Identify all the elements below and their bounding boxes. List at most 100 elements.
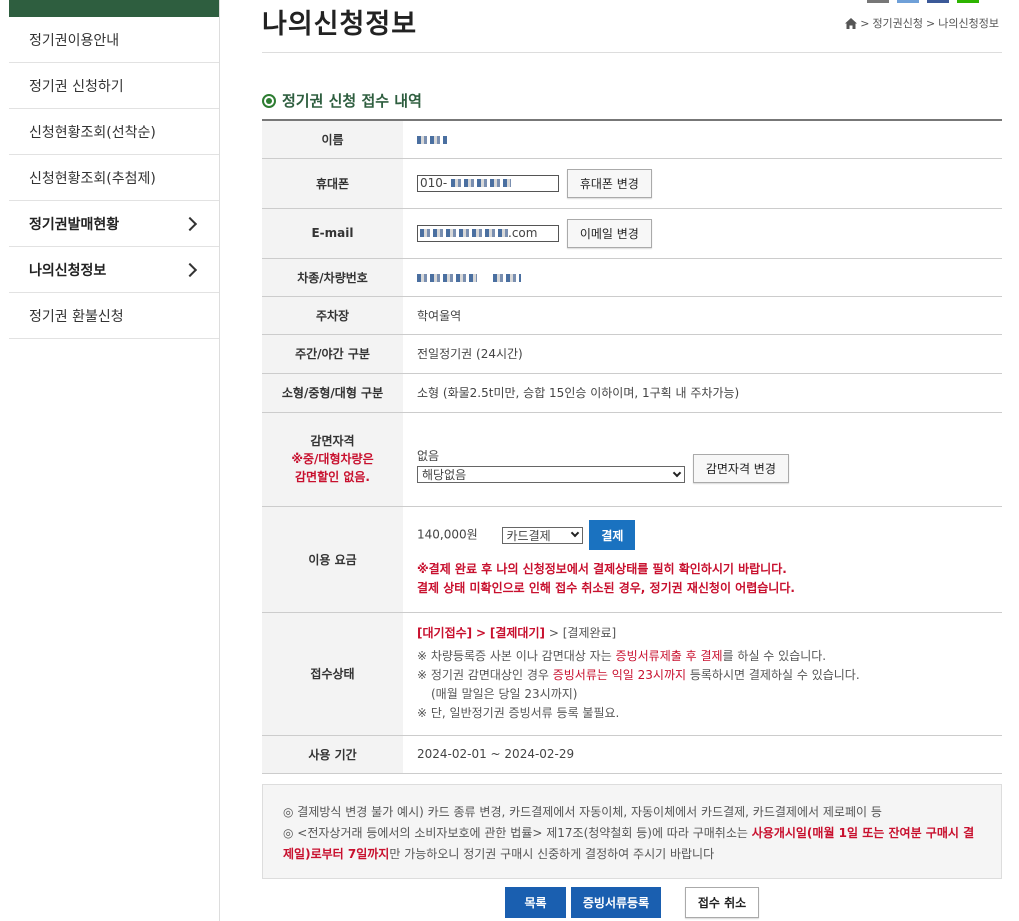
print-icon[interactable] (867, 0, 889, 3)
sidebar-item-guide[interactable]: 정기권이용안내 (9, 17, 219, 63)
email-field[interactable]: .com (417, 224, 559, 242)
change-exemption-button[interactable]: 감면자격 변경 (692, 454, 789, 483)
row-label: 이용 요금 (262, 506, 403, 613)
list-button[interactable]: 목록 (505, 887, 566, 918)
status-note: ※ 단, 일반정기권 증빙서류 등록 불필요. (417, 706, 620, 720)
table-row-exemption: 감면자격 ※중/대형차량은 감면할인 없음. 없음 해당없음 감면자격 변경 (262, 412, 1002, 507)
sidebar-item-issuance-status[interactable]: 정기권발매현황 (9, 201, 219, 247)
phone-field[interactable]: 010- (417, 174, 559, 192)
share-icons (867, 0, 979, 3)
table-row-phone: 휴대폰 010- 휴대폰 변경 (262, 158, 1002, 209)
section-title: 정기권 신청 접수 내역 (262, 90, 422, 111)
step-separator: > (548, 626, 559, 640)
status-step: [결제대기] (489, 626, 545, 640)
sidebar-item-label: 정기권 신청하기 (29, 78, 124, 95)
sidebar-item-label: 나의신청정보 (29, 262, 107, 279)
masked-vehicle-number (492, 273, 521, 282)
table-row-name: 이름 (262, 120, 1002, 159)
table-row-parking: 주차장 학여울역 (262, 296, 1002, 335)
masked-name (417, 135, 447, 144)
divider (262, 52, 1002, 53)
row-label: 주간/야간 구분 (262, 334, 403, 374)
sidebar-item-label: 정기권 환불신청 (29, 308, 124, 325)
page-title: 나의신청정보 (262, 9, 418, 40)
period-value: 2024-02-01 ~ 2024-02-29 (403, 735, 1002, 774)
table-row-vehicle: 차종/차량번호 (262, 258, 1002, 297)
breadcrumb-separator: > (860, 16, 870, 30)
notice-box: ◎ 결제방식 변경 불가 예시) 카드 종류 변경, 카드결제에서 자동이체, … (262, 784, 1002, 879)
step-separator: > (475, 626, 487, 640)
masked-phone (451, 179, 512, 187)
pay-button[interactable]: 결제 (589, 520, 636, 550)
chevron-down-icon (570, 528, 579, 538)
payment-warning: ※결제 완료 후 나의 신청정보에서 결제상태를 필히 확인하시기 바랍니다. (417, 562, 787, 576)
sidebar-header-bar (9, 0, 219, 17)
table-row-daynight: 주간/야간 구분 전일정기권 (24시간) (262, 334, 1002, 374)
twitter-icon[interactable] (897, 0, 919, 3)
status-step: [대기접수] (417, 626, 473, 640)
table-row-period: 사용 기간 2024-02-01 ~ 2024-02-29 (262, 735, 1002, 774)
change-email-button[interactable]: 이메일 변경 (566, 218, 652, 248)
sidebar-item-my-application[interactable]: 나의신청정보 (9, 247, 219, 293)
size-value: 소형 (화물2.5t미만, 승합 15인승 이하이며, 1구획 내 주차가능) (403, 373, 1002, 413)
notice-line: ◎ <전자상거래 등에서의 소비자보호에 관한 법률> 제17조(청약철회 등)… (283, 826, 975, 861)
payment-method-select[interactable]: 카드결제 (501, 526, 583, 544)
breadcrumb: > 정기권신청 > 나의신청정보 (845, 15, 999, 31)
cancel-application-button[interactable]: 접수 취소 (685, 887, 759, 918)
select-value: 해당없음 (422, 468, 467, 482)
sidebar-item-refund[interactable]: 정기권 환불신청 (9, 293, 219, 339)
status-note: ※ 정기권 감면대상인 경우 증빙서류는 익일 23시까지 등록하시면 결제하실… (417, 668, 860, 682)
status-step: [결제완료] (562, 626, 617, 640)
facebook-icon[interactable] (927, 0, 949, 3)
breadcrumb-item[interactable]: 정기권신청 (872, 15, 923, 31)
table-row-fee: 이용 요금 140,000원 카드결제 결제 ※결제 완료 후 나의 신청정보에… (262, 506, 1002, 613)
table-row-size: 소형/중형/대형 구분 소형 (화물2.5t미만, 승합 15인승 이하이며, … (262, 373, 1002, 413)
status-note: (매월 말일은 당일 23시까지) (431, 687, 578, 701)
masked-email (420, 229, 508, 237)
payment-warning: 결제 상태 미확인으로 인해 접수 취소된 경우, 정기권 재신청이 어렵습니다… (417, 581, 795, 595)
sidebar-item-label: 신청현황조회(선착순) (29, 124, 156, 141)
row-label: E-mail (262, 208, 403, 259)
exemption-note: 감면할인 없음. (295, 470, 370, 484)
masked-vehicle-type (417, 273, 477, 282)
chevron-down-icon (672, 468, 682, 477)
breadcrumb-separator: > (926, 16, 936, 30)
row-label: 사용 기간 (262, 735, 403, 774)
status-steps: [대기접수] > [결제대기] > [결제완료] (417, 624, 1002, 641)
row-label: 주차장 (262, 296, 403, 335)
bullet-circle-icon (262, 93, 276, 108)
table-row-status: 접수상태 [대기접수] > [결제대기] > [결제완료] ※ 차량등록증 사본… (262, 612, 1002, 736)
section-title-text: 정기권 신청 접수 내역 (282, 92, 422, 110)
sidebar-item-label: 정기권발매현황 (29, 216, 120, 233)
sidebar-item-status-lottery[interactable]: 신청현황조회(추첨제) (9, 155, 219, 201)
notice-line: ◎ 결제방식 변경 불가 예시) 카드 종류 변경, 카드결제에서 자동이체, … (283, 805, 882, 819)
parking-value: 학여울역 (403, 296, 1002, 335)
sidebar-item-apply[interactable]: 정기권 신청하기 (9, 63, 219, 109)
application-info-table: 이름 휴대폰 010- 휴대폰 변경 E-mail .com 이메일 변경 차종… (262, 119, 1002, 774)
chevron-right-icon (182, 216, 198, 231)
sidebar: 정기권이용안내 정기권 신청하기 신청현황조회(선착순) 신청현황조회(추첨제)… (9, 0, 220, 921)
chevron-right-icon (182, 262, 198, 277)
daynight-value: 전일정기권 (24시간) (403, 334, 1002, 374)
row-label: 소형/중형/대형 구분 (262, 373, 403, 413)
row-label: 감면자격 (310, 434, 355, 448)
breadcrumb-item[interactable]: 나의신청정보 (938, 15, 999, 31)
blog-icon[interactable] (957, 0, 979, 3)
sidebar-item-label: 신청현황조회(추첨제) (29, 170, 156, 187)
sidebar-item-status-first-come[interactable]: 신청현황조회(선착순) (9, 109, 219, 155)
fee-amount: 140,000원 (417, 527, 478, 542)
select-value: 카드결제 (506, 528, 551, 543)
home-icon[interactable] (845, 17, 858, 29)
sidebar-item-label: 정기권이용안내 (29, 32, 120, 49)
phone-prefix: 010- (420, 176, 448, 190)
change-phone-button[interactable]: 휴대폰 변경 (566, 168, 652, 198)
status-note: ※ 차량등록증 사본 이나 감면대상 자는 증빙서류제출 후 결제를 하실 수 … (417, 649, 827, 663)
exemption-select[interactable]: 해당없음 (417, 466, 685, 483)
row-label: 접수상태 (262, 612, 403, 736)
row-label: 휴대폰 (262, 158, 403, 209)
email-suffix: .com (508, 226, 538, 240)
upload-documents-button[interactable]: 증빙서류등록 (571, 887, 661, 918)
row-label: 이름 (262, 120, 403, 159)
row-label: 차종/차량번호 (262, 258, 403, 297)
table-row-email: E-mail .com 이메일 변경 (262, 208, 1002, 259)
